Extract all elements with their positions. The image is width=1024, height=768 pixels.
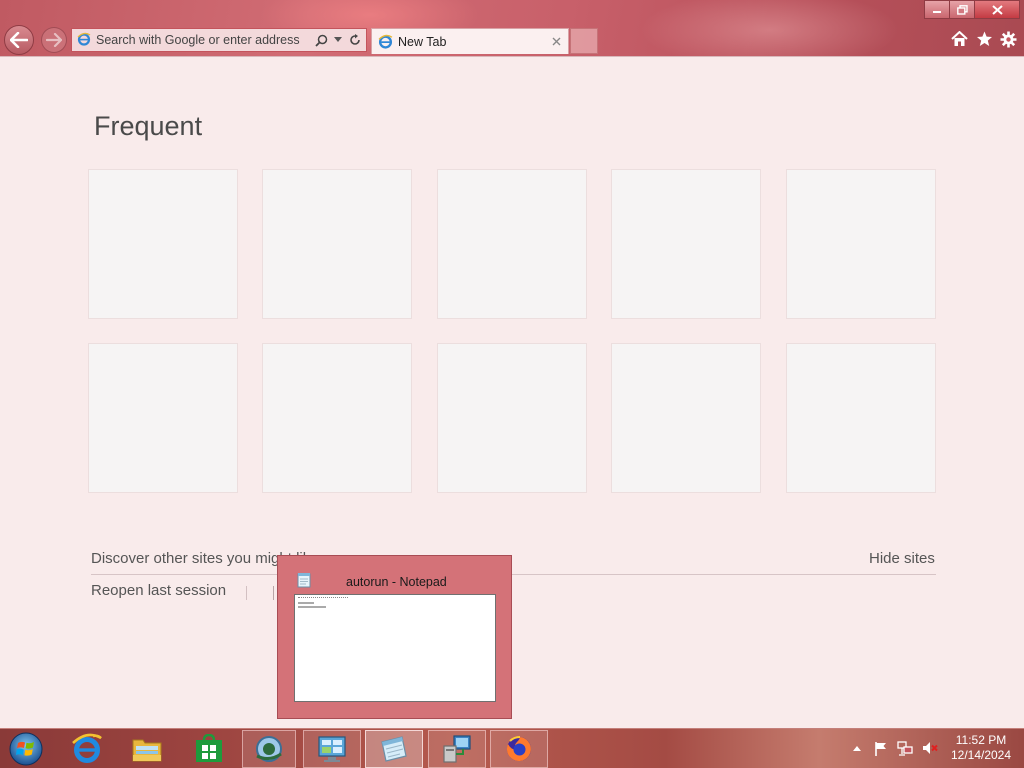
frequent-site-tile[interactable] — [611, 343, 761, 493]
frequent-site-tile[interactable] — [88, 343, 238, 493]
frequent-site-tile[interactable] — [786, 343, 936, 493]
taskbar-windows-store[interactable] — [184, 730, 234, 768]
divider — [91, 574, 936, 575]
windows-store-icon — [196, 734, 222, 762]
clock-time: 11:52 PM — [955, 733, 1007, 747]
thumbnail-text-line — [298, 602, 314, 604]
thumbnail-menu-bar — [298, 597, 348, 600]
taskbar-firefox[interactable] — [490, 730, 548, 768]
firefox-icon — [506, 736, 531, 761]
taskbar — [0, 728, 1024, 768]
frequent-site-tile[interactable] — [262, 343, 412, 493]
frequent-site-tile[interactable] — [611, 169, 761, 319]
system-clock[interactable]: 11:52 PM 12/14/2024 — [946, 733, 1016, 763]
divider — [273, 586, 274, 600]
thumbnail-window-image[interactable] — [294, 594, 496, 702]
search-icon[interactable] — [314, 33, 328, 47]
reopen-last-session-link[interactable]: Reopen last session — [91, 582, 226, 599]
taskbar-notepad[interactable] — [365, 730, 423, 768]
thumbnail-text-line — [298, 606, 326, 608]
notepad-icon — [297, 572, 311, 592]
action-center-flag-icon[interactable] — [873, 740, 889, 756]
notepad-icon — [381, 736, 407, 762]
minimize-icon — [933, 10, 941, 13]
app-icon — [256, 736, 282, 762]
frequent-site-tile[interactable] — [437, 169, 587, 319]
file-explorer-icon — [132, 739, 162, 762]
restore-button[interactable] — [950, 0, 975, 19]
taskbar-thumbnail-preview[interactable]: autorun - Notepad — [277, 555, 512, 719]
new-tab-button[interactable] — [570, 28, 598, 54]
network-icon[interactable] — [897, 740, 913, 756]
taskbar-app[interactable] — [242, 730, 296, 768]
back-button[interactable] — [4, 25, 34, 55]
forward-arrow-icon — [46, 33, 62, 47]
start-button[interactable] — [3, 730, 49, 768]
frequent-site-tile[interactable] — [437, 343, 587, 493]
close-window-button[interactable] — [975, 0, 1020, 19]
back-arrow-icon — [10, 32, 28, 48]
internet-explorer-icon — [72, 733, 102, 763]
network-computer-icon — [443, 735, 471, 763]
taskbar-internet-explorer[interactable] — [62, 730, 112, 768]
page-title: Frequent — [94, 111, 203, 141]
volume-muted-icon[interactable] — [922, 740, 938, 756]
internet-explorer-icon — [77, 31, 91, 50]
taskbar-file-explorer[interactable] — [122, 730, 172, 768]
control-panel-icon — [318, 736, 346, 762]
minimize-button[interactable] — [924, 0, 950, 19]
taskbar-control-panel[interactable] — [303, 730, 361, 768]
internet-explorer-icon — [378, 34, 393, 49]
clock-date: 12/14/2024 — [950, 748, 1012, 762]
thumbnail-title: autorun - Notepad — [346, 575, 447, 589]
address-input[interactable] — [96, 30, 311, 50]
close-tab-icon[interactable] — [549, 35, 563, 49]
home-icon[interactable] — [950, 30, 968, 48]
close-icon — [991, 4, 1003, 15]
chevron-down-icon[interactable] — [331, 33, 345, 47]
windows-start-icon — [9, 732, 43, 766]
browser-chrome: New Tab — [0, 0, 1024, 56]
frequent-site-tile[interactable] — [786, 169, 936, 319]
refresh-icon[interactable] — [348, 33, 362, 47]
tab-label: New Tab — [398, 34, 447, 49]
restore-icon — [956, 4, 968, 15]
hide-sites-link[interactable]: Hide sites — [869, 550, 935, 567]
divider — [246, 586, 247, 600]
frequent-site-tile[interactable] — [262, 169, 412, 319]
star-icon[interactable] — [975, 30, 993, 48]
taskbar-network-app[interactable] — [428, 730, 486, 768]
forward-button[interactable] — [41, 27, 67, 53]
frequent-site-tile[interactable] — [88, 169, 238, 319]
new-tab-page: Frequent Discover other sites you might … — [0, 56, 1024, 728]
gear-icon[interactable] — [999, 30, 1017, 48]
show-hidden-icons-icon[interactable] — [849, 740, 865, 756]
address-bar[interactable] — [71, 28, 367, 52]
tab-new-tab[interactable]: New Tab — [371, 28, 569, 54]
